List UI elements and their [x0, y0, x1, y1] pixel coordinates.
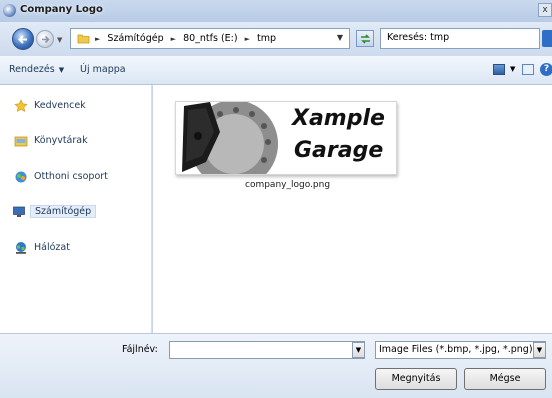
filetype-dropdown-icon[interactable]: ▼ — [533, 342, 546, 358]
breadcrumb: ► Számítógép ► 80_ntfs (E:) ► tmp — [95, 33, 280, 44]
address-bar[interactable]: ► Számítógép ► 80_ntfs (E:) ► tmp ▼ — [70, 28, 350, 49]
command-bar: Rendezés ▼ Új mappa ▼ ? — [0, 56, 552, 85]
breadcrumb-item[interactable]: tmp — [257, 33, 276, 44]
change-view-icon[interactable] — [493, 64, 505, 75]
libraries-icon — [14, 136, 28, 147]
thumbnail-text: Xample — [292, 106, 385, 131]
star-icon — [14, 99, 28, 112]
filename-label: Fájlnév: — [122, 344, 158, 355]
back-arrow-icon — [18, 35, 27, 44]
search-box[interactable] — [380, 28, 540, 49]
refresh-icon — [361, 34, 370, 44]
filename-dropdown-icon[interactable]: ▼ — [352, 342, 365, 358]
refresh-button[interactable] — [356, 30, 374, 47]
new-folder-button[interactable]: Új mappa — [80, 64, 126, 75]
breadcrumb-item[interactable]: Számítógép — [107, 33, 163, 44]
forward-button[interactable] — [36, 30, 54, 48]
sidebar-item-label: Hálózat — [34, 242, 70, 253]
preview-pane-icon[interactable] — [522, 64, 534, 75]
filetype-select[interactable]: Image Files (*.bmp, *.jpg, *.png) — [375, 341, 546, 359]
back-button[interactable] — [12, 28, 34, 50]
search-input[interactable] — [387, 32, 537, 43]
organize-label: Rendezés — [9, 64, 55, 75]
chevron-right-icon[interactable]: ► — [245, 35, 250, 43]
view-options-dropdown-icon[interactable]: ▼ — [510, 65, 515, 73]
breadcrumb-item[interactable]: 80_ntfs (E:) — [183, 33, 238, 44]
homegroup-icon — [15, 171, 27, 183]
window-title: Company Logo — [20, 4, 103, 15]
sidebar-item-label: Otthoni csoport — [34, 171, 108, 182]
filename-input[interactable] — [174, 344, 344, 355]
file-list: Xample Garage company_logo.png — [153, 85, 552, 333]
image-thumbnail[interactable]: Xample Garage — [175, 101, 397, 175]
sidebar-item-label: Kedvencek — [34, 100, 86, 111]
computer-icon — [13, 206, 25, 217]
thumbnail-text: Garage — [294, 138, 384, 163]
filename-field[interactable] — [169, 341, 365, 359]
chevron-right-icon[interactable]: ► — [95, 35, 100, 43]
search-icon[interactable] — [542, 30, 552, 47]
sidebar-item-label: Számítógép — [30, 205, 97, 218]
help-icon[interactable]: ? — [540, 63, 552, 76]
folder-icon — [77, 34, 90, 44]
cancel-button[interactable]: Mégse — [464, 368, 546, 390]
recent-pages-dropdown-icon[interactable]: ▼ — [57, 36, 62, 44]
file-name[interactable]: company_logo.png — [245, 180, 330, 190]
brake-disc-image — [182, 102, 278, 174]
chevron-down-icon: ▼ — [58, 66, 65, 74]
organize-button[interactable]: Rendezés ▼ — [9, 64, 64, 75]
navigation-row: ▼ ► Számítógép ► 80_ntfs (E:) ► tmp ▼ — [0, 22, 552, 56]
close-icon[interactable]: x — [538, 3, 552, 17]
app-icon — [3, 4, 16, 17]
title-bar: Company Logo x — [0, 0, 552, 22]
sidebar-item-label: Könyvtárak — [34, 135, 88, 146]
filetype-value: Image Files (*.bmp, *.jpg, *.png) — [379, 344, 533, 355]
open-button[interactable]: Megnyitás — [375, 368, 457, 390]
chevron-right-icon[interactable]: ► — [171, 35, 176, 43]
network-icon — [16, 242, 26, 254]
dialog-footer: Fájlnév: ▼ Image Files (*.bmp, *.jpg, *.… — [0, 333, 552, 398]
navigation-pane: Kedvencek Könyvtárak Otthoni csoport Szá… — [0, 85, 152, 333]
forward-arrow-icon — [42, 35, 50, 44]
address-dropdown-icon[interactable]: ▼ — [337, 33, 343, 42]
